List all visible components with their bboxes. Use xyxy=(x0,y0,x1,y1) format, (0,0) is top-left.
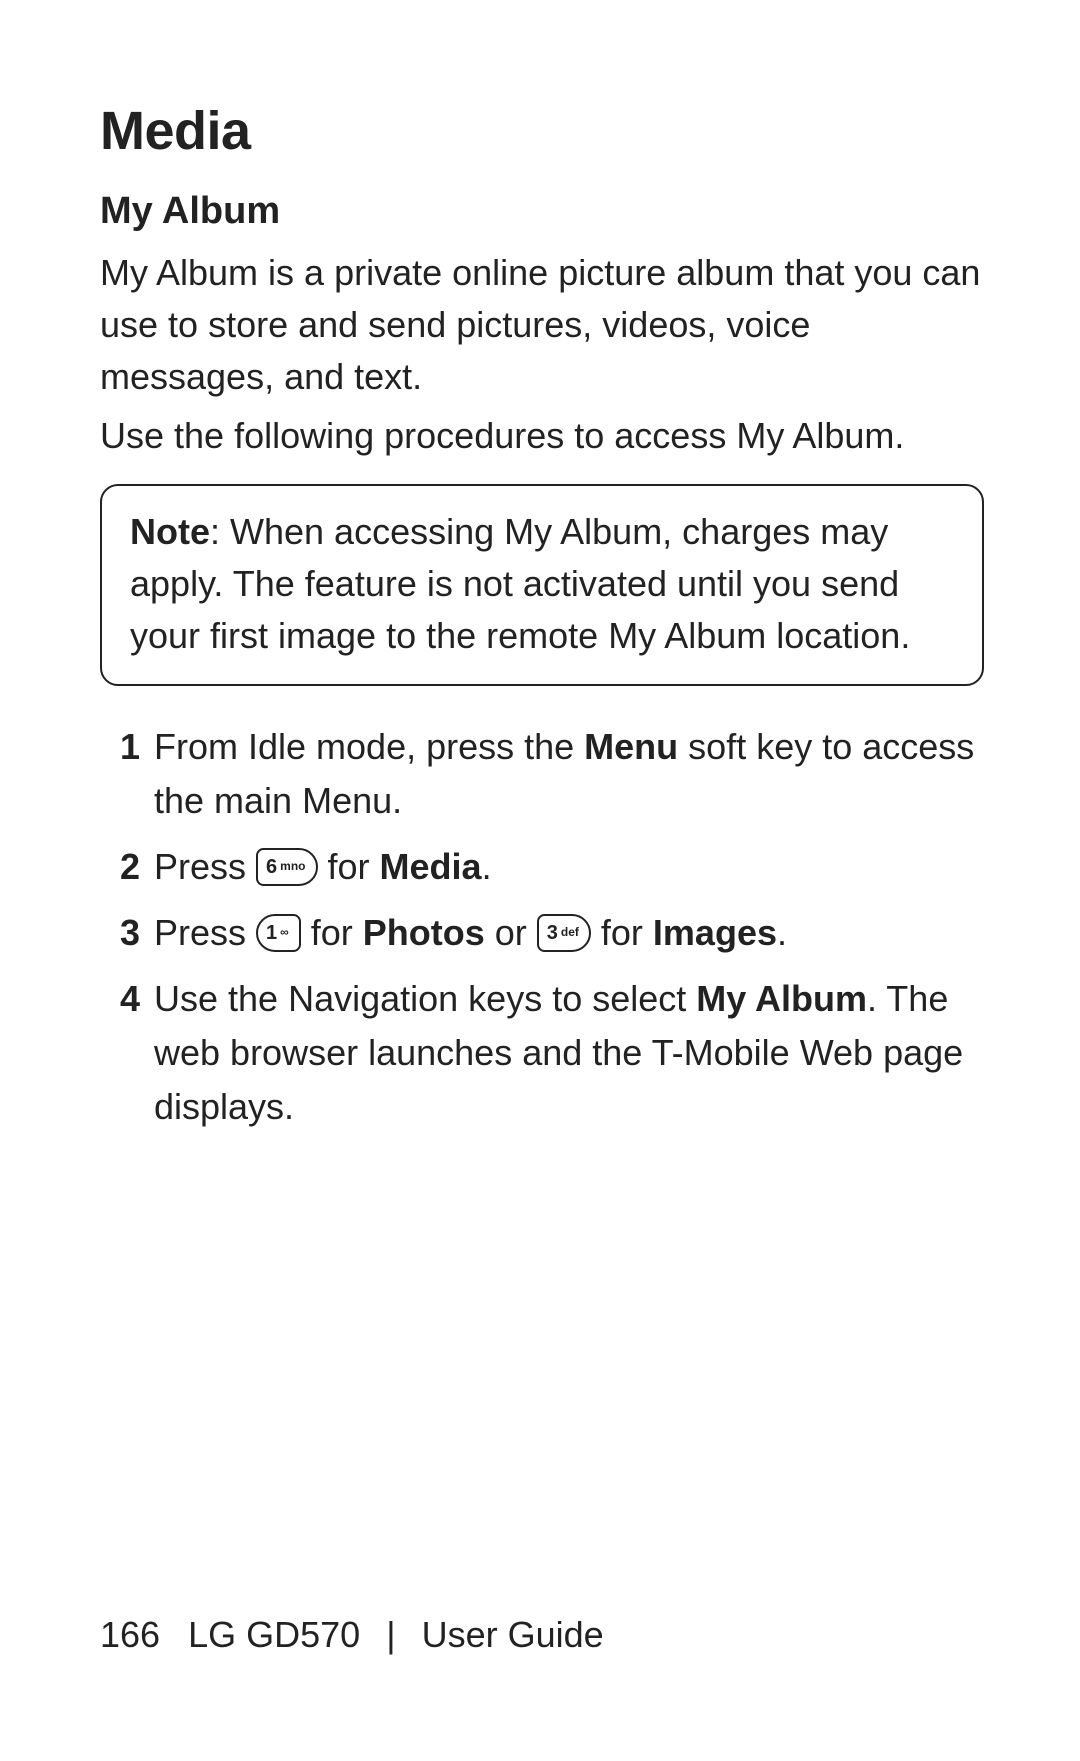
key-1-sub: ∞ xyxy=(280,926,289,938)
key-1-main: 1 xyxy=(266,923,277,943)
page-title: Media xyxy=(100,100,990,162)
key-3-icon: 3def xyxy=(537,914,591,952)
step-1: From Idle mode, press the Menu soft key … xyxy=(100,720,990,828)
procedure-list: From Idle mode, press the Menu soft key … xyxy=(100,720,990,1134)
step-3-images: Images xyxy=(653,912,777,953)
key-6-main: 6 xyxy=(266,857,277,877)
step-3-for2: for xyxy=(601,912,653,953)
step-1-text-a: From Idle mode, press the xyxy=(154,726,584,767)
step-2-for: for xyxy=(328,846,380,887)
step-3: Press 1∞ for Photos or 3def for Images. xyxy=(100,906,990,960)
note-body: : When accessing My Album, charges may a… xyxy=(130,511,910,656)
key-6-sub: mno xyxy=(280,860,305,872)
intro-paragraph-1: My Album is a private online picture alb… xyxy=(100,247,990,404)
step-4: Use the Navigation keys to select My Alb… xyxy=(100,972,990,1134)
key-6-icon: 6mno xyxy=(256,848,317,886)
step-3-end: . xyxy=(777,912,787,953)
step-2-end: . xyxy=(482,846,492,887)
step-1-menu: Menu xyxy=(584,726,678,767)
step-2-press: Press xyxy=(154,846,256,887)
intro-paragraph-2: Use the following procedures to access M… xyxy=(100,410,990,462)
step-3-for1: for xyxy=(311,912,363,953)
note-box: Note: When accessing My Album, charges m… xyxy=(100,484,984,687)
step-2-media: Media xyxy=(380,846,482,887)
section-heading: My Album xyxy=(100,190,990,233)
footer-separator: | xyxy=(386,1614,395,1655)
key-3-main: 3 xyxy=(547,923,558,943)
key-1-icon: 1∞ xyxy=(256,914,301,952)
step-3-or: or xyxy=(485,912,537,953)
step-2: Press 6mno for Media. xyxy=(100,840,990,894)
key-3-sub: def xyxy=(561,926,579,938)
product-name: LG GD570 xyxy=(188,1614,360,1655)
step-3-press: Press xyxy=(154,912,256,953)
intro-block: My Album is a private online picture alb… xyxy=(100,247,990,462)
note-label: Note xyxy=(130,511,210,552)
document-page: Media My Album My Album is a private onl… xyxy=(0,0,1080,1134)
step-4-text-a: Use the Navigation keys to select xyxy=(154,978,696,1019)
step-4-myalbum: My Album xyxy=(696,978,867,1019)
guide-label: User Guide xyxy=(422,1614,604,1655)
page-footer: 166 LG GD570 | User Guide xyxy=(100,1614,604,1656)
page-number: 166 xyxy=(100,1614,160,1655)
step-3-photos: Photos xyxy=(363,912,485,953)
